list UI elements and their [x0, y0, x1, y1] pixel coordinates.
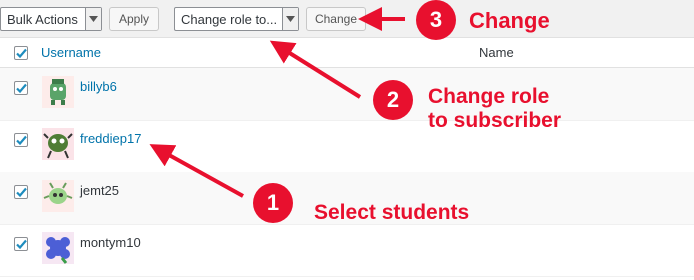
row-checkbox[interactable]: [14, 81, 28, 95]
username-label[interactable]: montym10: [80, 235, 141, 250]
checkmark-icon: [16, 135, 27, 146]
bulk-actions-select[interactable]: Bulk Actions: [0, 7, 102, 31]
username-column-header[interactable]: Username: [41, 45, 101, 60]
avatar: [42, 180, 74, 212]
bulk-actions-selected: Bulk Actions: [7, 12, 78, 27]
checkmark-icon: [16, 239, 27, 250]
checkmark-icon: [16, 48, 27, 59]
step-2-callout-line2: to subscriber: [428, 109, 562, 132]
username-link[interactable]: freddiep17: [80, 131, 141, 146]
name-column-header: Name: [479, 45, 514, 60]
row-checkbox[interactable]: [14, 185, 28, 199]
checkmark-icon: [16, 83, 27, 94]
step-2-callout-line1: Change role: [428, 85, 550, 108]
step-badge-3: 3: [416, 0, 456, 40]
change-button[interactable]: Change: [306, 7, 366, 31]
apply-button[interactable]: Apply: [109, 7, 159, 31]
select-all-checkbox[interactable]: [14, 46, 28, 60]
users-table: Username Name billyb6 freddiep17 jemt25: [0, 37, 694, 280]
table-header: Username Name: [0, 38, 694, 68]
username-link[interactable]: billyb6: [80, 79, 117, 94]
change-role-selected: Change role to...: [181, 12, 278, 27]
checkmark-icon: [16, 187, 27, 198]
row-checkbox[interactable]: [14, 237, 28, 251]
row-checkbox[interactable]: [14, 133, 28, 147]
chevron-down-icon: [85, 8, 101, 30]
step-badge-1: 1: [253, 183, 293, 223]
table-row: billyb6: [0, 68, 694, 121]
step-1-callout: Select students: [314, 201, 470, 224]
avatar: [42, 76, 74, 108]
avatar: [42, 128, 74, 160]
step-badge-2: 2: [373, 80, 413, 120]
username-label[interactable]: jemt25: [80, 183, 119, 198]
step-3-callout: Change: [469, 8, 550, 33]
chevron-down-icon: [282, 8, 298, 30]
table-row: freddiep17: [0, 120, 694, 173]
table-row: montym10: [0, 224, 694, 277]
avatar: [42, 232, 74, 264]
change-role-select[interactable]: Change role to...: [174, 7, 299, 31]
